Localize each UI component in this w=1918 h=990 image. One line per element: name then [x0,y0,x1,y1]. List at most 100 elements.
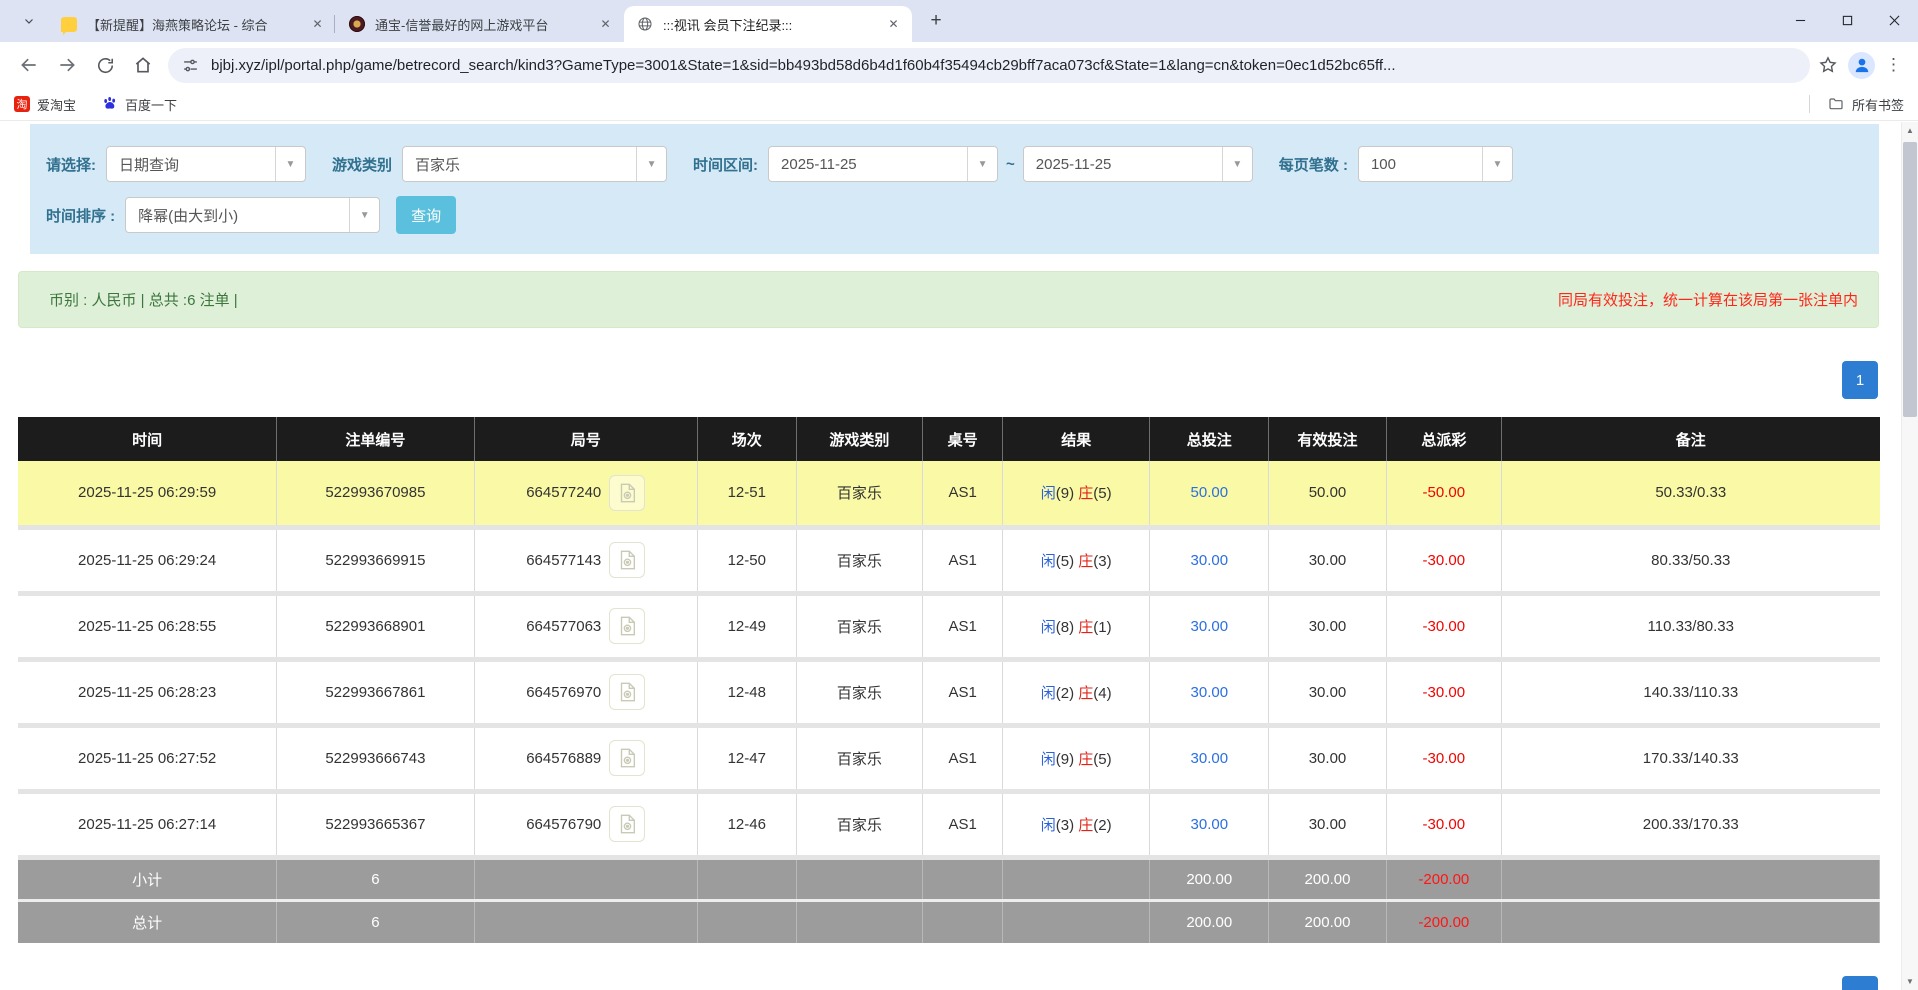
browser-tab[interactable]: 通宝-信誉最好的网上游戏平台 ✕ [336,6,624,42]
tab-title: 【新提醒】海燕策略论坛 - 综合 [87,15,301,34]
bet-time-cell: 2025-11-25 06:28:23 [18,659,277,725]
video-replay-icon[interactable] [609,740,645,776]
result-cell: 闲(3) 庄(2) [1003,791,1150,857]
window-minimize-button[interactable] [1777,0,1824,40]
browser-menu-dots-icon[interactable]: ⋮ [1885,55,1902,75]
vertical-scrollbar[interactable]: ▲ ▼ [1901,122,1918,990]
game-type-select[interactable]: 百家乐 ▼ [402,146,667,182]
result-cell: 闲(2) 庄(4) [1003,659,1150,725]
summary-count: 6 [277,857,474,900]
summary-count: 6 [277,900,474,943]
round-id-text: 664577143 [526,552,601,569]
bookmark-star-icon[interactable] [1818,55,1838,75]
video-replay-icon[interactable] [609,806,645,842]
session-cell: 12-50 [697,527,796,593]
date-range-label: 时间区间: [693,154,758,175]
summary-valid-bet: 200.00 [1269,900,1386,943]
query-type-select[interactable]: 日期查询 ▼ [106,146,306,182]
page-1-button-bottom[interactable]: 1 [1842,976,1878,990]
bet-time-cell: 2025-11-25 06:29:24 [18,527,277,593]
all-bookmarks-label[interactable]: 所有书签 [1852,95,1904,114]
tab-search-chevron-icon[interactable] [14,6,44,36]
profile-avatar-icon[interactable] [1848,52,1875,79]
chevron-down-icon: ▼ [636,147,666,181]
table-no-cell: AS1 [923,791,1003,857]
sort-select[interactable]: 降幂(由大到小) ▼ [125,197,380,233]
video-replay-icon[interactable] [609,674,645,710]
round-id-cell: 664576790 [474,791,697,857]
date-from-select[interactable]: 2025-11-25 ▼ [768,146,998,182]
url-bar[interactable]: bjbj.xyz/ipl/portal.php/game/betrecord_s… [168,48,1810,83]
video-replay-icon[interactable] [609,475,645,511]
player-result-label: 闲 [1041,553,1056,570]
table-header-row: 时间注单编号局号场次游戏类别桌号结果总投注有效投注总派彩备注 [18,417,1880,461]
payout-cell: -30.00 [1386,725,1501,791]
tab-close-icon[interactable]: ✕ [597,16,614,33]
total-row: 总计6200.00200.00-200.00 [18,900,1880,943]
subtotal-row: 小计6200.00200.00-200.00 [18,857,1880,900]
table-no-cell: AS1 [923,527,1003,593]
banker-result-value: (2) [1093,817,1111,834]
summary-label: 小计 [18,857,277,900]
video-replay-icon[interactable] [609,608,645,644]
home-icon[interactable] [127,49,159,81]
banker-result-value: (5) [1093,485,1111,502]
new-tab-button[interactable]: + [922,7,950,35]
bet-time-cell: 2025-11-25 06:27:14 [18,791,277,857]
browser-tab[interactable]: 【新提醒】海燕策略论坛 - 综合 ✕ [48,6,336,42]
session-cell: 12-47 [697,725,796,791]
summary-label: 总计 [18,900,277,943]
remark-cell: 140.33/110.33 [1502,659,1880,725]
scroll-down-icon[interactable]: ▼ [1902,973,1918,990]
empty-cell [923,857,1003,900]
url-text[interactable]: bjbj.xyz/ipl/portal.php/game/betrecord_s… [211,57,1396,74]
tab-title: :::视讯 会员下注纪录::: [663,15,877,34]
banker-result-value: (1) [1093,619,1111,636]
empty-cell [1003,900,1150,943]
tab-close-icon[interactable]: ✕ [885,16,902,33]
column-header: 局号 [474,417,697,461]
search-button[interactable]: 查询 [396,196,456,234]
round-id-cell: 664577063 [474,593,697,659]
player-result-value: (8) [1056,619,1074,636]
table-row: 2025-11-25 06:29:24522993669915664577143… [18,527,1880,593]
tab-title: 通宝-信誉最好的网上游戏平台 [375,15,589,34]
site-settings-tune-icon[interactable] [182,57,199,74]
currency-summary-text: 币别 : 人民币 | 总共 :6 注单 | [49,289,238,310]
column-header: 桌号 [923,417,1003,461]
bet-id-cell: 522993670985 [277,461,474,527]
scroll-up-icon[interactable]: ▲ [1902,122,1918,139]
total-bet-cell: 30.00 [1150,593,1269,659]
empty-cell [697,900,796,943]
total-bet-cell: 30.00 [1150,791,1269,857]
scrollbar-thumb[interactable] [1903,142,1917,417]
empty-cell [697,857,796,900]
empty-cell [1502,900,1880,943]
tab-close-icon[interactable]: ✕ [309,16,326,33]
browser-tab[interactable]: :::视讯 会员下注纪录:::✕ [624,6,912,42]
chevron-down-icon: ▼ [275,147,305,181]
browser-tab-bar: 【新提醒】海燕策略论坛 - 综合 ✕ 通宝-信誉最好的网上游戏平台 ✕:::视讯 会员… [0,0,1918,42]
table-no-cell: AS1 [923,725,1003,791]
summary-total-bet: 200.00 [1150,857,1269,900]
empty-cell [1502,857,1880,900]
forward-icon[interactable] [51,49,83,81]
player-result-label: 闲 [1041,485,1056,502]
page-size-select[interactable]: 100 ▼ [1358,146,1513,182]
game-type-cell: 百家乐 [796,593,923,659]
video-replay-icon[interactable] [609,542,645,578]
reload-icon[interactable] [89,49,121,81]
bookmark-item[interactable]: 淘爱淘宝 [14,95,76,114]
window-maximize-button[interactable] [1824,0,1871,40]
remark-cell: 200.33/170.33 [1502,791,1880,857]
game-type-label: 游戏类别 [332,154,392,175]
round-id-wrap: 664576970 [475,674,697,710]
bet-id-cell: 522993665367 [277,791,474,857]
back-icon[interactable] [13,49,45,81]
summary-total-bet: 200.00 [1150,900,1269,943]
page-1-button[interactable]: 1 [1842,361,1878,399]
bookmark-item[interactable]: 百度一下 [102,95,177,114]
date-to-select[interactable]: 2025-11-25 ▼ [1023,146,1253,182]
empty-cell [796,900,923,943]
window-close-button[interactable] [1871,0,1918,40]
